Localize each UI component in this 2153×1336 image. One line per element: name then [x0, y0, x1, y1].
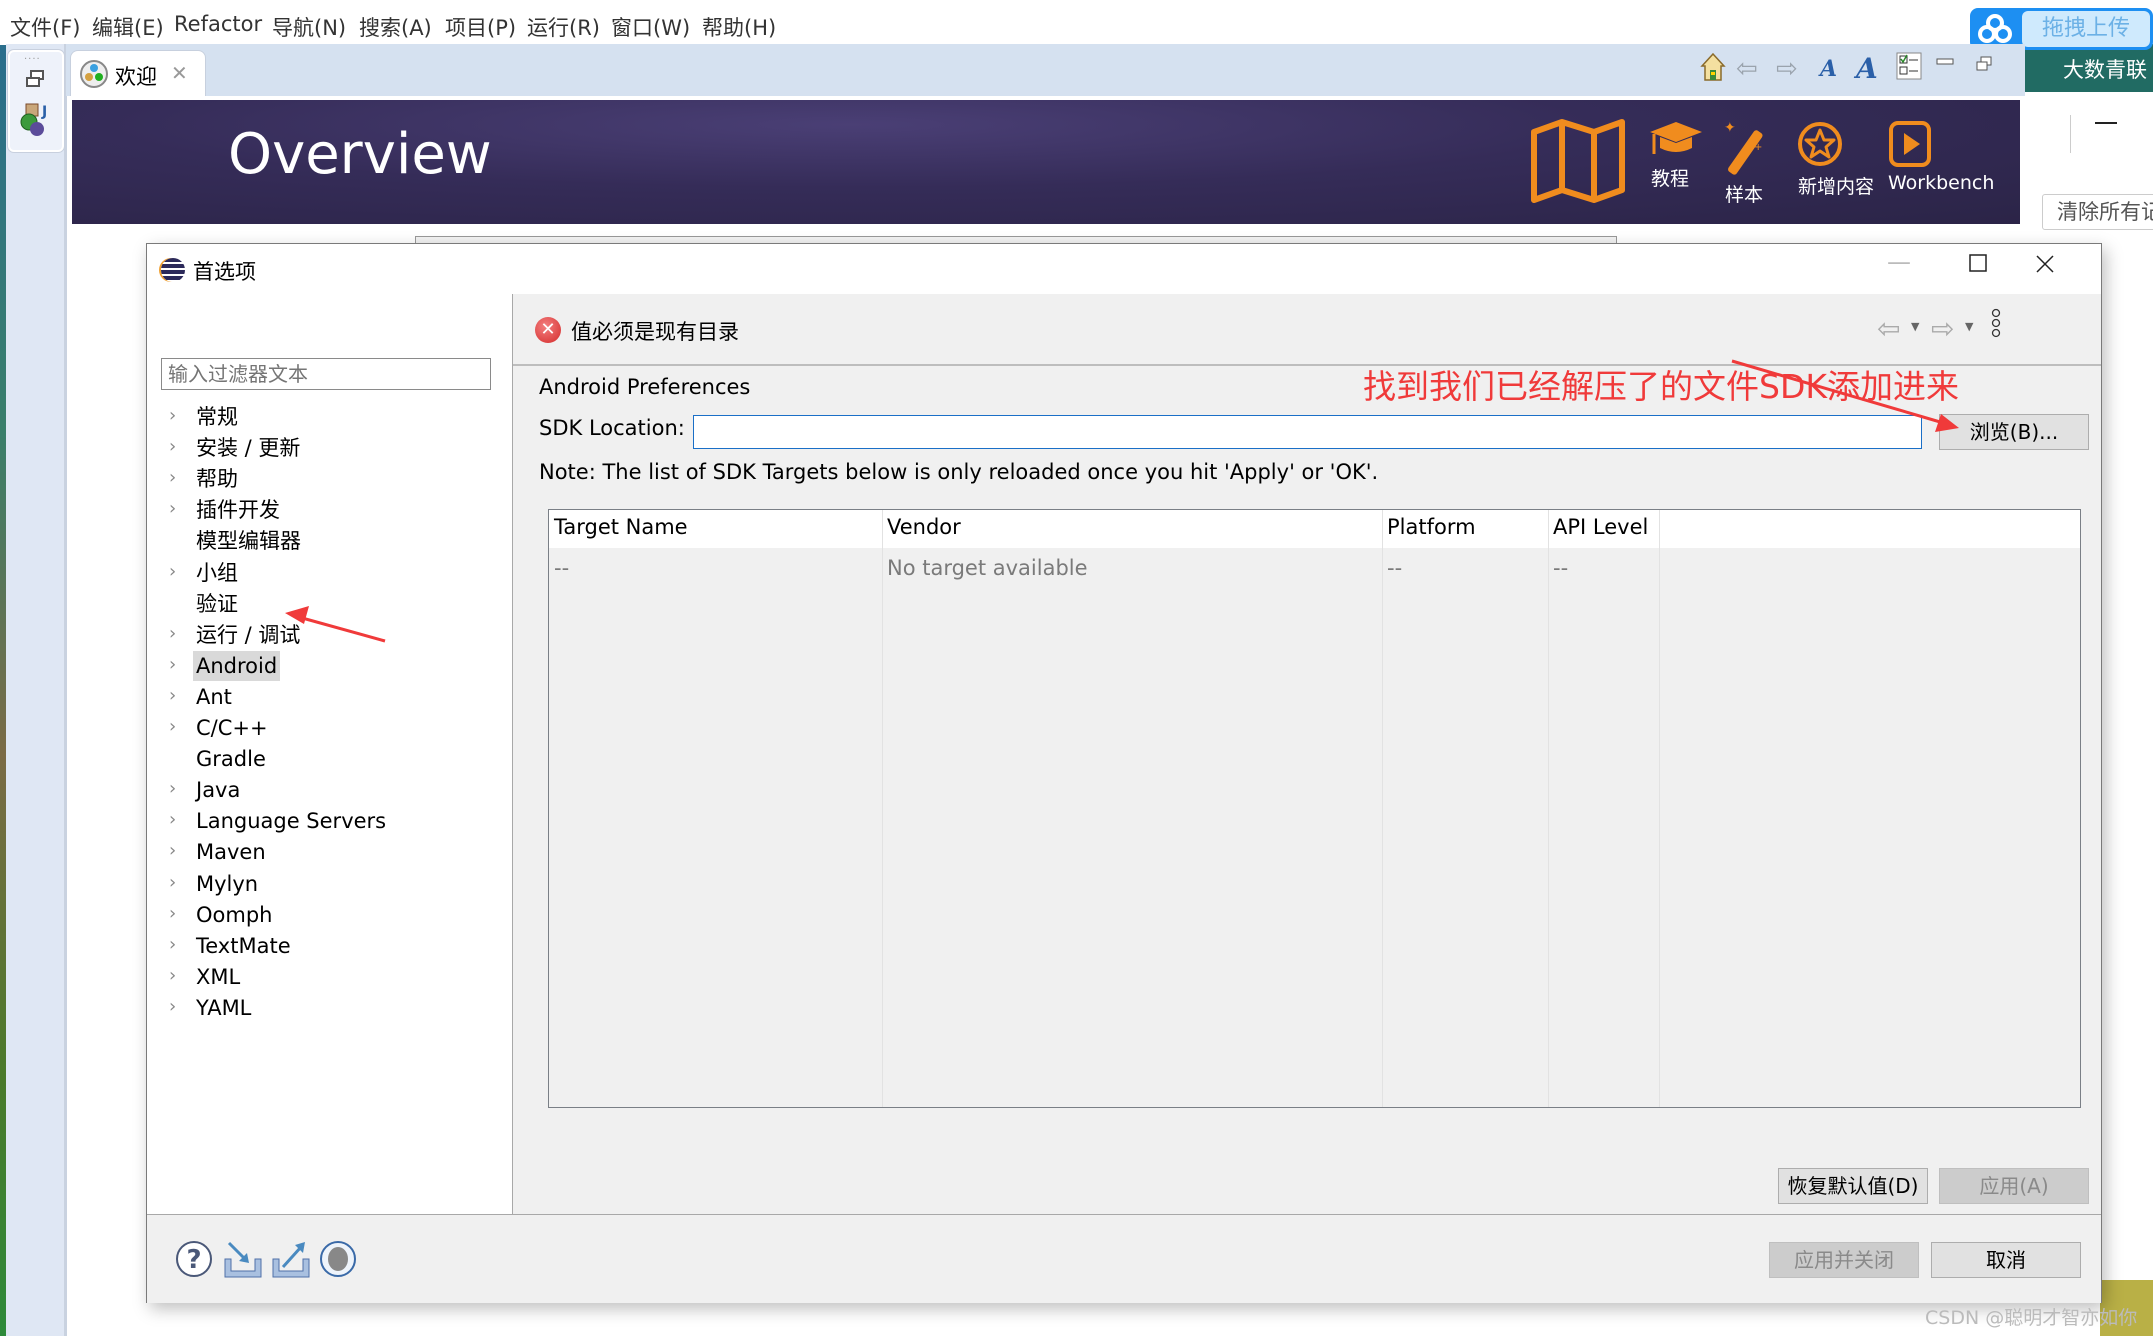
play-icon [1888, 120, 1988, 168]
svg-text:+: + [1754, 142, 1762, 153]
menu-navigate[interactable]: 导航(N) [272, 12, 346, 42]
welcome-icon [79, 59, 109, 89]
clear-all-button[interactable]: 清除所有记 [2042, 194, 2153, 230]
java-perspective-icon[interactable]: J [20, 102, 52, 136]
watermark: CSDN @聪明才智亦如你 [1925, 1307, 2138, 1329]
font-decrease-icon[interactable]: A [1820, 56, 1837, 82]
samples-label: 样本 [1724, 184, 1763, 206]
minimize-icon[interactable] [1936, 58, 1954, 66]
tab-welcome[interactable]: 欢迎 ✕ [70, 50, 206, 99]
svg-text:J: J [41, 104, 47, 120]
drag-handle-icon[interactable]: ···· [24, 54, 41, 65]
background-app-title: 大数青联 [2063, 58, 2147, 82]
perspective-switcher: ···· J [8, 50, 64, 152]
menu-help[interactable]: 帮助(H) [702, 12, 776, 42]
magic-wand-icon: ✦ + [1722, 120, 1766, 176]
menu-search[interactable]: 搜索(A) [359, 12, 432, 42]
workbench-link[interactable]: Workbench [1888, 120, 1994, 194]
minimize-icon[interactable] [2095, 122, 2117, 124]
preferences-dialog: 首选项 — ›常规›安装 / 更新›帮助›插件开发模型编辑器›小组验证›运行 /… [146, 243, 2102, 1303]
page-title: Overview [228, 122, 492, 187]
restore-icon[interactable] [25, 70, 45, 88]
menu-refactor[interactable]: Refactor [174, 12, 262, 36]
map-icon [1530, 118, 1626, 204]
svg-text:✦: ✦ [1724, 120, 1736, 136]
overview-map-link[interactable] [1530, 118, 1626, 208]
forward-icon[interactable]: ⇨ [1776, 54, 1798, 84]
annotation-arrows [285, 359, 1959, 643]
menu-edit[interactable]: 编辑(E) [92, 12, 164, 42]
menu-file[interactable]: 文件(F) [10, 12, 80, 42]
font-increase-icon[interactable]: A [1856, 52, 1878, 85]
workbench-label: Workbench [1888, 172, 1995, 194]
menu-bar: 文件(F) 编辑(E) Refactor 导航(N) 搜索(A) 项目(P) 运… [0, 0, 2153, 44]
tutorials-link[interactable]: 教程 [1648, 120, 1702, 191]
menu-window[interactable]: 窗口(W) [611, 12, 690, 42]
cloud-logo-icon [1978, 14, 2012, 44]
divider [2070, 115, 2071, 153]
whats-new-link[interactable]: 新增内容 [1796, 120, 1876, 199]
upload-label: 拖拽上传 [2022, 11, 2150, 47]
left-trim-bar [6, 44, 66, 1336]
customize-icon[interactable] [1896, 52, 1922, 80]
maximize-restore-icon[interactable] [1976, 56, 1992, 72]
samples-link[interactable]: ✦ + 样本 [1722, 120, 1766, 207]
menu-run[interactable]: 运行(R) [527, 12, 600, 42]
close-tab-icon[interactable]: ✕ [171, 61, 188, 85]
tab-label: 欢迎 [115, 65, 157, 89]
home-icon[interactable] [1700, 52, 1726, 82]
editor-tab-strip [66, 44, 2025, 96]
tutorials-label: 教程 [1650, 168, 1689, 190]
arrow-to-browse [1731, 359, 1959, 432]
arrow-to-android [285, 606, 386, 643]
graduation-cap-icon [1648, 120, 1702, 160]
menu-project[interactable]: 项目(P) [445, 12, 516, 42]
star-icon [1796, 120, 1876, 168]
whats-new-label: 新增内容 [1797, 176, 1874, 198]
back-icon[interactable]: ⇦ [1736, 54, 1758, 84]
